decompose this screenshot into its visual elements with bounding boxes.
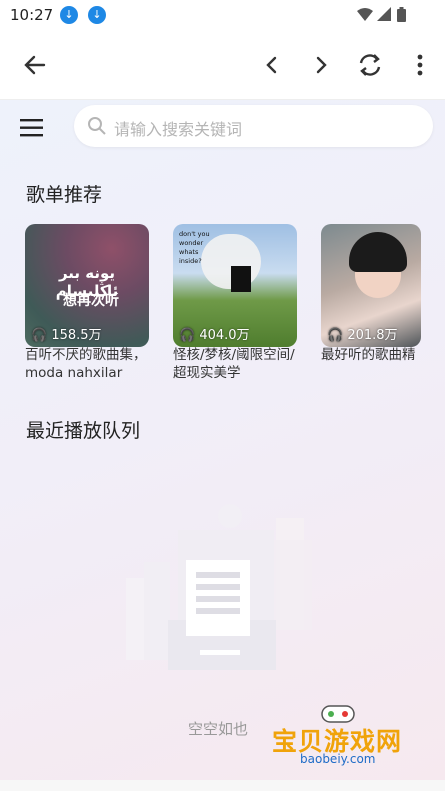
wifi-icon: [357, 8, 373, 21]
status-icons: [355, 7, 415, 27]
empty-state-text: 空空如也: [188, 720, 249, 738]
cover-title: don't you wonder whats inside?: [179, 230, 210, 265]
playlist-name[interactable]: 怪核/梦核/阈限空间/超现实美学: [173, 346, 297, 382]
status-bar: 10:27 ↓ ↓: [0, 0, 445, 30]
watermark-url: baobeiy.com: [300, 752, 376, 766]
empty-illustration-icon: [126, 504, 312, 670]
back-arrow-icon[interactable]: [20, 50, 50, 80]
headphones-icon: 🎧: [179, 328, 196, 343]
headphones-icon: 🎧: [327, 328, 344, 343]
battery-icon: [397, 7, 406, 22]
bottom-bar: [0, 780, 445, 791]
play-count: 🎧 158.5万: [31, 328, 102, 343]
status-time: 10:27: [10, 6, 54, 24]
headphones-icon: 🎧: [31, 328, 48, 343]
refresh-icon[interactable]: [355, 50, 385, 80]
download-icon: ↓: [60, 6, 78, 24]
chevron-left-icon[interactable]: [257, 50, 287, 80]
playlist-name[interactable]: 百听不厌的歌曲集，moda nahxilar: [25, 346, 149, 382]
download-icon: ↓: [88, 6, 106, 24]
chevron-right-icon[interactable]: [306, 50, 336, 80]
app-toolbar: [0, 30, 445, 100]
menu-icon[interactable]: [20, 118, 44, 138]
watermark: 宝贝游戏网 baobeiy.com: [268, 700, 418, 776]
cover-subtitle: 想再次听: [63, 293, 119, 309]
playlist-cover[interactable]: يونە بىر ئاڭلىسام 想再次听 🎧 158.5万: [25, 224, 149, 347]
recent-queue-title: 最近播放队列: [26, 420, 141, 442]
more-vert-icon[interactable]: [405, 50, 435, 80]
search-icon: [88, 117, 106, 135]
search-input[interactable]: 请输入搜索关键词: [74, 105, 433, 147]
playlist-cover[interactable]: 🎧 201.8万: [321, 224, 421, 347]
signal-icon: [377, 7, 391, 21]
play-count: 🎧 404.0万: [179, 328, 250, 343]
search-placeholder: 请输入搜索关键词: [114, 120, 243, 139]
recommended-title: 歌单推荐: [26, 184, 103, 206]
playlist-name[interactable]: 最好听的歌曲精: [321, 346, 421, 382]
playlist-cover[interactable]: don't you wonder whats inside? 🎧 404.0万: [173, 224, 297, 347]
play-count: 🎧 201.8万: [327, 328, 398, 343]
